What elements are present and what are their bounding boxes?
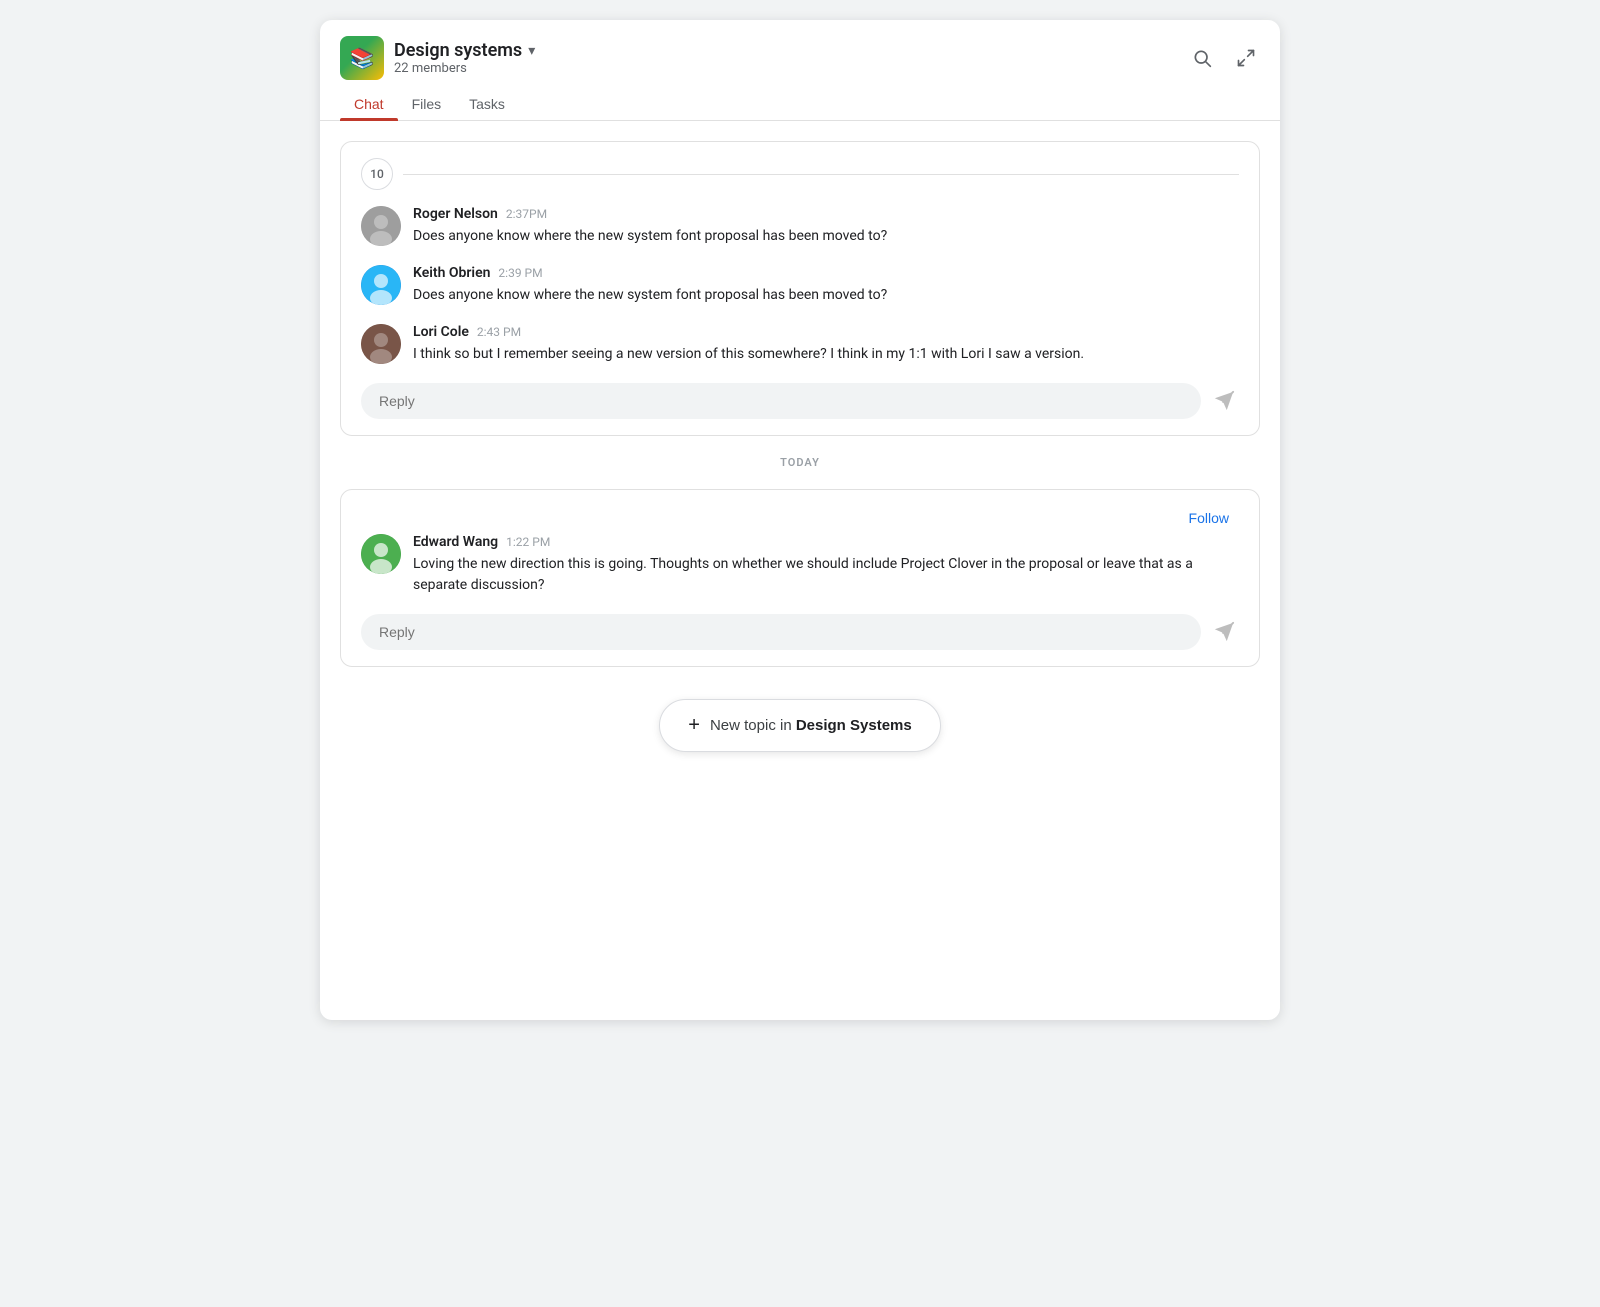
text-2: Does anyone know where the new system fo… (413, 285, 1239, 306)
new-topic-label-normal: New topic in (710, 717, 796, 734)
author-lori: Lori Cole (413, 324, 469, 340)
author-edward: Edward Wang (413, 534, 498, 550)
message-2: Keith Obrien 2:39 PM Does anyone know wh… (361, 265, 1239, 306)
time-1: 2:37PM (506, 207, 547, 221)
message-1: Roger Nelson 2:37PM Does anyone know whe… (361, 206, 1239, 247)
text-1: Does anyone know where the new system fo… (413, 226, 1239, 247)
dropdown-icon[interactable]: ▾ (528, 43, 535, 59)
send-button-2[interactable] (1209, 617, 1239, 647)
new-topic-container: + New topic in Design Systems (340, 699, 1260, 752)
today-divider: TODAY (340, 456, 1260, 469)
keith-face (361, 265, 401, 305)
plus-icon: + (688, 714, 700, 737)
thread-card-2: Follow Edward Wang 1:22 PM Loving (340, 489, 1260, 667)
divider-row: 10 (361, 158, 1239, 190)
reply-row-2 (361, 614, 1239, 650)
tab-chat[interactable]: Chat (340, 88, 398, 120)
collapse-button[interactable] (1232, 44, 1260, 72)
message-header-2: Keith Obrien 2:39 PM (413, 265, 1239, 281)
search-icon (1192, 48, 1212, 68)
header-actions (1188, 44, 1260, 72)
avatar-lori (361, 324, 401, 364)
follow-button[interactable]: Follow (1179, 506, 1239, 530)
thread-card-1: 10 Roger Nelson 2:37PM Do (340, 141, 1260, 436)
time-4: 1:22 PM (506, 535, 550, 549)
collapse-icon (1236, 48, 1256, 68)
reply-input-2[interactable] (361, 614, 1201, 650)
text-3: I think so but I remember seeing a new v… (413, 344, 1239, 365)
reply-row-1 (361, 383, 1239, 419)
message-4: Edward Wang 1:22 PM Loving the new direc… (361, 534, 1239, 596)
app-container: 📚 Design systems ▾ 22 members (320, 20, 1280, 1020)
message-body-2: Keith Obrien 2:39 PM Does anyone know wh… (413, 265, 1239, 306)
send-icon-2 (1213, 621, 1235, 643)
thread-card-header: Follow (361, 506, 1239, 530)
message-body-3: Lori Cole 2:43 PM I think so but I remem… (413, 324, 1239, 365)
new-topic-label-bold: Design Systems (796, 717, 912, 734)
header-left: 📚 Design systems ▾ 22 members (340, 36, 535, 80)
group-name: Design systems (394, 40, 522, 61)
time-3: 2:43 PM (477, 325, 521, 339)
tab-tasks[interactable]: Tasks (455, 88, 519, 120)
header: 📚 Design systems ▾ 22 members (320, 20, 1280, 80)
today-label: TODAY (780, 456, 820, 469)
edward-face (361, 534, 401, 574)
author-keith: Keith Obrien (413, 265, 490, 281)
lori-face (361, 324, 401, 364)
tab-files[interactable]: Files (398, 88, 456, 120)
message-header-1: Roger Nelson 2:37PM (413, 206, 1239, 222)
count-badge: 10 (361, 158, 393, 190)
message-body-4: Edward Wang 1:22 PM Loving the new direc… (413, 534, 1239, 596)
send-icon-1 (1213, 390, 1235, 412)
new-topic-label: New topic in Design Systems (710, 717, 912, 734)
group-avatar: 📚 (340, 36, 384, 80)
message-body-1: Roger Nelson 2:37PM Does anyone know whe… (413, 206, 1239, 247)
divider-line (403, 174, 1239, 175)
roger-face (361, 206, 401, 246)
avatar-keith (361, 265, 401, 305)
message-header-4: Edward Wang 1:22 PM (413, 534, 1239, 550)
reply-input-1[interactable] (361, 383, 1201, 419)
main-content: 10 Roger Nelson 2:37PM Do (320, 121, 1280, 772)
search-button[interactable] (1188, 44, 1216, 72)
time-2: 2:39 PM (498, 266, 542, 280)
author-roger: Roger Nelson (413, 206, 498, 222)
text-4: Loving the new direction this is going. … (413, 554, 1239, 596)
message-header-3: Lori Cole 2:43 PM (413, 324, 1239, 340)
header-title-row: Design systems ▾ (394, 40, 535, 61)
avatar-edward (361, 534, 401, 574)
member-count: 22 members (394, 61, 535, 76)
message-3: Lori Cole 2:43 PM I think so but I remem… (361, 324, 1239, 365)
new-topic-button[interactable]: + New topic in Design Systems (659, 699, 940, 752)
tabs-bar: Chat Files Tasks (320, 80, 1280, 121)
avatar-roger (361, 206, 401, 246)
header-info: Design systems ▾ 22 members (394, 40, 535, 76)
send-button-1[interactable] (1209, 386, 1239, 416)
